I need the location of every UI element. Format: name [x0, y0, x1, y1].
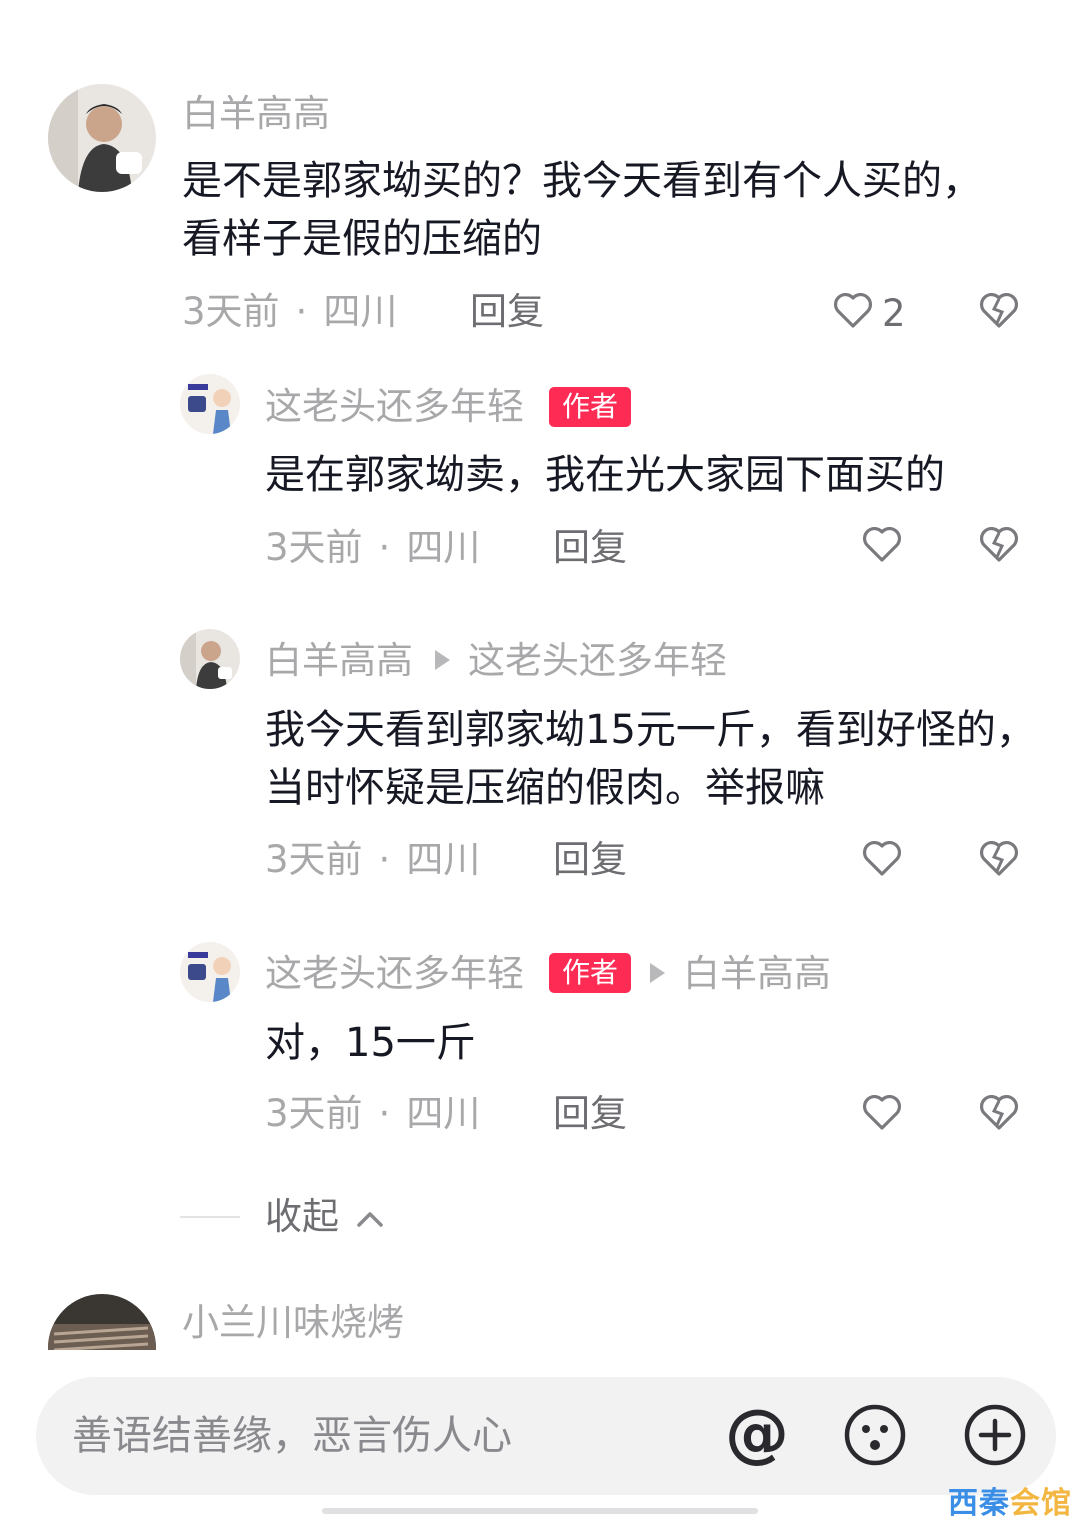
author-badge: 作者: [549, 953, 632, 993]
comment-time: 3天前: [265, 1092, 363, 1135]
comment-meta: 3天前 · 四川: [265, 1092, 481, 1135]
comment-username[interactable]: 白羊高高: [182, 92, 330, 136]
comment-reply-header: 这老头还多年轻: [265, 952, 524, 996]
at-icon[interactable]: @: [722, 1397, 792, 1474]
collapse-label: 收起: [265, 1195, 339, 1238]
comment-location: 四川: [406, 1092, 481, 1135]
comment-text: 我今天看到郭家坳15元一斤，看到好怪的，当时怀疑是压缩的假肉。举报嘛: [265, 707, 1036, 811]
comment-time: 3天前: [265, 526, 363, 569]
avatar[interactable]: [180, 629, 240, 689]
comment-username[interactable]: 小兰川味烧烤: [182, 1301, 404, 1345]
avatar[interactable]: [48, 84, 156, 192]
dislike-icon[interactable]: [978, 290, 1020, 334]
heart-icon[interactable]: [861, 524, 903, 568]
reply-to-username[interactable]: 白羊高高: [683, 952, 831, 995]
plus-icon[interactable]: [962, 1402, 1028, 1472]
comment-location: 四川: [323, 290, 398, 333]
avatar[interactable]: [180, 374, 240, 434]
comment-time: 3天前: [182, 290, 280, 333]
watermark-logo: 西秦会馆: [948, 1486, 1072, 1521]
comment-username[interactable]: 这老头还多年轻: [265, 952, 524, 995]
emoji-icon[interactable]: [842, 1402, 908, 1472]
comment-location: 四川: [406, 838, 481, 881]
reply-button[interactable]: 回复: [553, 1092, 627, 1136]
comment-input[interactable]: 善语结善缘，恶言伤人心: [72, 1412, 512, 1460]
comment-username[interactable]: 白羊高高: [265, 639, 413, 682]
heart-icon[interactable]: [861, 838, 903, 882]
comment-location: 四川: [406, 526, 481, 569]
svg-text:@: @: [725, 1400, 789, 1470]
reply-arrow-icon: [650, 962, 665, 983]
reply-button[interactable]: 回复: [553, 838, 627, 882]
dislike-icon[interactable]: [978, 524, 1020, 568]
comment-text: 是在郭家坳卖，我在光大家园下面买的: [265, 452, 945, 498]
heart-icon[interactable]: [861, 1092, 903, 1136]
comment-meta: 3天前 · 四川: [265, 838, 481, 881]
dislike-icon[interactable]: [978, 1092, 1020, 1136]
comment-meta: 3天前 · 四川: [265, 526, 481, 569]
comment-reply-header: 白羊高高 这老头还多年轻: [265, 639, 727, 683]
collapse-replies-button[interactable]: 收起: [265, 1195, 385, 1239]
home-indicator: [322, 1508, 758, 1514]
reply-target: 白羊高高: [632, 952, 831, 996]
reply-to-username[interactable]: 这老头还多年轻: [468, 639, 727, 682]
reply-button[interactable]: 回复: [470, 290, 544, 334]
comment-meta: 3天前 · 四川: [182, 290, 398, 333]
reply-arrow-icon: [435, 649, 450, 670]
author-badge: 作者: [549, 387, 632, 427]
comment-text: 对，15一斤: [265, 1020, 476, 1066]
avatar[interactable]: [180, 942, 240, 1002]
collapse-divider: [180, 1216, 240, 1218]
heart-icon[interactable]: [832, 290, 874, 334]
reply-button[interactable]: 回复: [553, 526, 627, 570]
like-count: 2: [882, 292, 906, 335]
dislike-icon[interactable]: [978, 838, 1020, 882]
comment-text: 是不是郭家坳买的？我今天看到有个人买的，看样子是假的压缩的: [182, 158, 982, 262]
comment-username[interactable]: 这老头还多年轻: [265, 385, 524, 429]
comment-time: 3天前: [265, 838, 363, 881]
chevron-up-icon: [357, 1211, 383, 1227]
